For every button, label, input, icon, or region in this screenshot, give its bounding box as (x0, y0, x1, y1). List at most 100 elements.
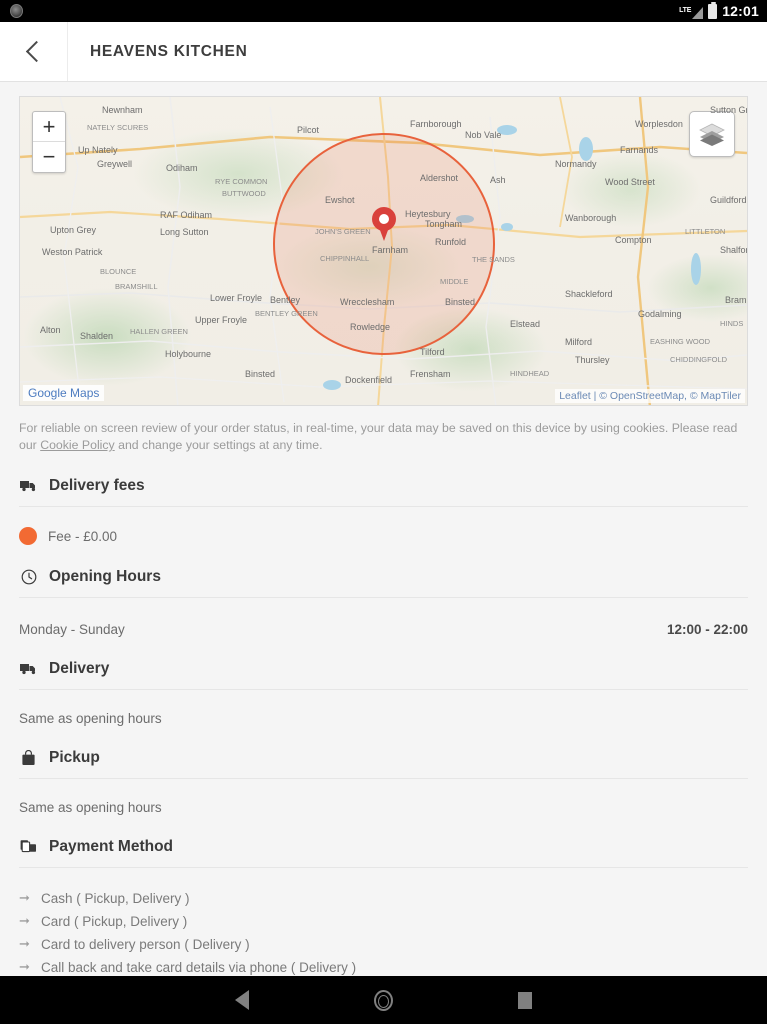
map-place-label: Farnands (620, 145, 659, 155)
map-place-label: Newnham (102, 105, 143, 115)
pickup-hours-value: Same as opening hours (19, 800, 162, 815)
map-place-label: Ash (490, 175, 506, 185)
status-bar: LTE 12:01 (0, 0, 767, 22)
zoom-in-button[interactable]: + (33, 112, 65, 142)
map-place-label: JOHN'S GREEN (315, 227, 371, 236)
map-place-label: Frensham (410, 369, 451, 379)
map-place-label: BLOUNCE (100, 267, 137, 276)
back-button[interactable] (0, 22, 68, 81)
arrow-right-icon: ➞ (19, 913, 30, 928)
map-place-label: Tongham (425, 219, 463, 229)
map-place-label: Bramley (725, 295, 748, 305)
map-place-label: Milford (565, 337, 593, 347)
map-layers-button[interactable] (689, 111, 735, 157)
map-place-label: Shalford (720, 245, 747, 255)
map-place-label: Compton (615, 235, 652, 245)
map-place-label: Wrecclesham (340, 297, 395, 307)
map-place-label: Farnborough (410, 119, 462, 129)
network-type-label: LTE (679, 6, 692, 14)
banknotes-icon (19, 837, 38, 856)
map-place-label: HINDS (720, 319, 744, 328)
section-header-payment-method: Payment Method (19, 837, 748, 868)
page-title: HEAVENS KITCHEN (90, 42, 248, 60)
map-pin-icon (371, 207, 396, 241)
map-zoom-controls[interactable]: + − (32, 111, 66, 173)
signal-bars-icon: LTE (679, 4, 704, 19)
android-back-icon[interactable] (235, 990, 249, 1010)
shopping-bag-icon (19, 748, 38, 767)
opening-hours-row: Monday - Sunday 12:00 - 22:00 (19, 622, 748, 637)
section-title: Pickup (49, 748, 100, 766)
truck-icon (19, 476, 38, 495)
list-item: ➞ Cash ( Pickup, Delivery ) (19, 890, 748, 906)
opening-hours-time: 12:00 - 22:00 (666, 622, 748, 637)
camera-lens-icon (10, 4, 23, 18)
app-bar: HEAVENS KITCHEN (0, 22, 767, 82)
map-place-label: Up Nately (78, 145, 118, 155)
map-place-label: RYE COMMON (215, 177, 268, 186)
map-place-label: Odiham (166, 163, 198, 173)
phone-screen: LTE 12:01 HEAVENS KITCHEN + − Google Map… (0, 0, 767, 1024)
map-place-label: Worplesdon (635, 119, 683, 129)
map-place-label: NATELY SCURES (87, 123, 149, 132)
zoom-out-button[interactable]: − (33, 142, 65, 172)
map-place-label: Godalming (638, 309, 682, 319)
android-navigation-bar (0, 976, 767, 1024)
payment-method-label: Cash ( Pickup, Delivery ) (41, 890, 190, 906)
map-place-label: BRAMSHILL (115, 282, 158, 291)
android-recents-icon[interactable] (518, 991, 532, 1009)
payment-method-label: Card ( Pickup, Delivery ) (41, 913, 188, 929)
map-place-label: Lower Froyle (210, 293, 263, 303)
map-place-label: Long Sutton (160, 227, 209, 237)
map-place-label: Pilcot (297, 125, 320, 135)
google-maps-link[interactable]: Google Maps (23, 385, 105, 401)
map-place-label: RAF Odiham (160, 210, 213, 220)
map-place-label: CHIPPINHALL (320, 254, 370, 263)
map-place-label: Wanborough (565, 213, 617, 223)
map-place-label: Alton (40, 325, 61, 335)
map-place-label: EASHING WOOD (650, 337, 711, 346)
payment-method-label: Call back and take card details via phon… (41, 959, 357, 975)
map-place-label: BUTTWOOD (222, 189, 266, 198)
section-title: Opening Hours (49, 567, 161, 585)
map-place-label: Nob Vale (465, 130, 502, 140)
map-attribution[interactable]: Leaflet | © OpenStreetMap, © MapTiler (555, 389, 745, 403)
map-place-label: MIDDLE (440, 277, 469, 286)
cookie-notice-text-after: and change your settings at any time. (114, 438, 323, 452)
map-place-label: CHIDDINGFOLD (670, 355, 728, 364)
cookie-notice: For reliable on screen review of your or… (19, 420, 748, 454)
map-place-label: THE SANDS (472, 255, 515, 264)
map-place-label: Shalden (80, 331, 114, 341)
android-home-icon[interactable] (374, 989, 393, 1011)
delivery-fee-row: Fee - £0.00 (19, 527, 748, 545)
map-place-label: Heytesbury (405, 209, 451, 219)
section-header-opening-hours: Opening Hours (19, 567, 748, 598)
map-place-label: HINDHEAD (510, 369, 550, 378)
section-header-pickup: Pickup (19, 748, 748, 779)
map-place-label: Dockenfield (345, 375, 393, 385)
map-place-label: Runfold (435, 237, 467, 247)
map-place-label: Shackleford (565, 289, 613, 299)
battery-icon (708, 1, 718, 19)
delivery-area-map[interactable]: + − Google Maps Leaflet | © OpenStreetMa… (19, 96, 748, 406)
cookie-policy-link[interactable]: Cookie Policy (40, 438, 115, 452)
fee-dot-icon (19, 527, 37, 545)
map-place-label: Upton Grey (50, 225, 97, 235)
arrow-right-icon: ➞ (19, 936, 30, 951)
map-place-label: HALLEN GREEN (130, 327, 188, 336)
payment-method-list: ➞ Cash ( Pickup, Delivery ) ➞ Card ( Pic… (19, 890, 748, 975)
map-place-label: Weston Patrick (42, 247, 103, 257)
delivery-fee-label: Fee - £0.00 (48, 528, 118, 544)
map-place-label: Normandy (555, 159, 597, 169)
list-item: ➞ Card ( Pickup, Delivery ) (19, 913, 748, 929)
list-item: ➞ Card to delivery person ( Delivery ) (19, 936, 748, 952)
section-header-delivery-fees: Delivery fees (19, 476, 748, 507)
map-place-label: Upper Froyle (195, 315, 248, 325)
status-bar-right: LTE 12:01 (679, 1, 759, 19)
clock-icon (19, 567, 38, 586)
section-title: Delivery (49, 659, 110, 677)
arrow-right-icon: ➞ (19, 959, 30, 974)
delivery-hours-value: Same as opening hours (19, 711, 162, 726)
map-place-label: Wood Street (605, 177, 655, 187)
status-bar-left (10, 4, 23, 18)
